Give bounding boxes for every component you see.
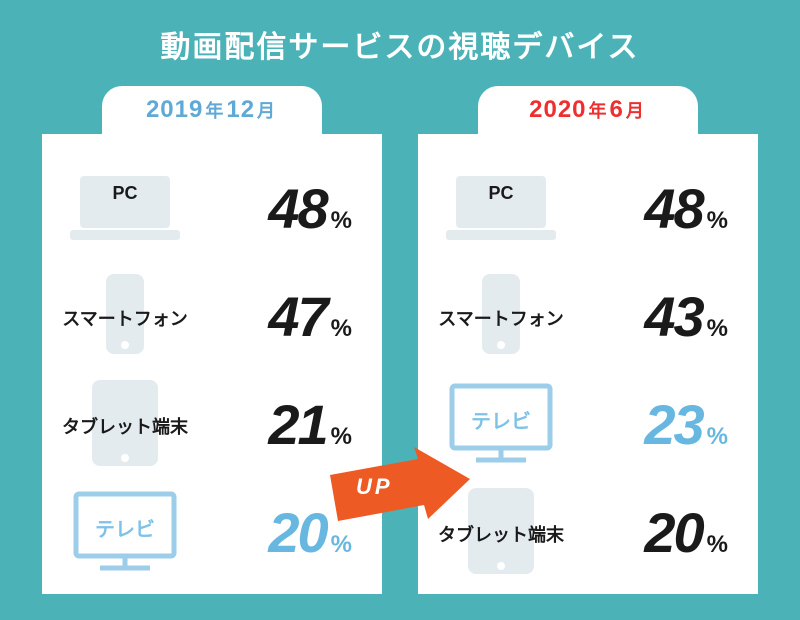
row-left-tv-num: 20 bbox=[268, 500, 326, 565]
percent-sign: % bbox=[331, 531, 352, 559]
percent-sign: % bbox=[331, 315, 352, 343]
row-left-phone-label: スマートフォン bbox=[62, 305, 187, 331]
panels-container: 2019 年 12 月 PC 48 % bbox=[0, 86, 800, 594]
tab-left-year: 2019 bbox=[146, 96, 203, 124]
pc-icon: PC bbox=[436, 163, 566, 253]
row-left-pc-value: 48 % bbox=[190, 176, 364, 241]
up-arrow-icon: UP bbox=[330, 446, 470, 526]
row-left-tablet-num: 21 bbox=[268, 392, 326, 457]
tab-left-month-unit: 月 bbox=[257, 97, 276, 123]
tab-right-year-unit: 年 bbox=[589, 97, 608, 123]
row-right-phone: スマートフォン 43 % bbox=[436, 262, 740, 370]
row-left-tv-label: テレビ bbox=[95, 513, 155, 542]
page-title: 動画配信サービスの視聴デバイス bbox=[0, 0, 800, 66]
row-left-phone-value: 47 % bbox=[190, 284, 364, 349]
row-left-phone: スマートフォン 47 % bbox=[60, 262, 364, 370]
row-left-pc-num: 48 bbox=[268, 176, 326, 241]
pc-icon: PC bbox=[60, 163, 190, 253]
tab-right-month: 6 bbox=[610, 96, 624, 124]
row-right-tablet-num: 20 bbox=[644, 500, 702, 565]
tab-left-month: 12 bbox=[226, 96, 255, 124]
up-arrow-label: UP bbox=[356, 474, 393, 500]
row-left-pc: PC 48 % bbox=[60, 154, 364, 262]
tablet-icon: タブレット端末 bbox=[60, 379, 190, 469]
row-right-tv-value: 23 % bbox=[566, 392, 740, 457]
row-left-phone-num: 47 bbox=[268, 284, 326, 349]
percent-sign: % bbox=[707, 423, 728, 451]
percent-sign: % bbox=[707, 531, 728, 559]
row-right-pc-value: 48 % bbox=[566, 176, 740, 241]
row-right-phone-value: 43 % bbox=[566, 284, 740, 349]
phone-icon: スマートフォン bbox=[60, 271, 190, 361]
row-right-phone-label: スマートフォン bbox=[438, 305, 563, 331]
percent-sign: % bbox=[331, 207, 352, 235]
row-right-tv-label: テレビ bbox=[471, 405, 531, 434]
percent-sign: % bbox=[707, 207, 728, 235]
phone-icon: スマートフォン bbox=[436, 271, 566, 361]
row-left-pc-label: PC bbox=[112, 183, 137, 204]
tab-left-year-unit: 年 bbox=[205, 97, 224, 123]
row-right-tv-num: 23 bbox=[644, 392, 702, 457]
row-right-tablet: タブレット端末 20 % bbox=[436, 478, 740, 586]
row-left-tv: テレビ 20 % bbox=[60, 478, 364, 586]
row-left-tablet: タブレット端末 21 % bbox=[60, 370, 364, 478]
tab-right-year: 2020 bbox=[529, 96, 586, 124]
percent-sign: % bbox=[707, 315, 728, 343]
row-right-tablet-value: 20 % bbox=[566, 500, 740, 565]
row-right-pc: PC 48 % bbox=[436, 154, 740, 262]
row-right-tv: テレビ 23 % bbox=[436, 370, 740, 478]
tab-right: 2020 年 6 月 bbox=[478, 86, 698, 134]
row-right-phone-num: 43 bbox=[644, 284, 702, 349]
tab-right-month-unit: 月 bbox=[626, 97, 645, 123]
row-left-tablet-label: タブレット端末 bbox=[62, 413, 188, 439]
row-right-pc-num: 48 bbox=[644, 176, 702, 241]
row-right-pc-label: PC bbox=[488, 183, 513, 204]
tv-icon: テレビ bbox=[60, 487, 190, 577]
tab-left: 2019 年 12 月 bbox=[102, 86, 322, 134]
